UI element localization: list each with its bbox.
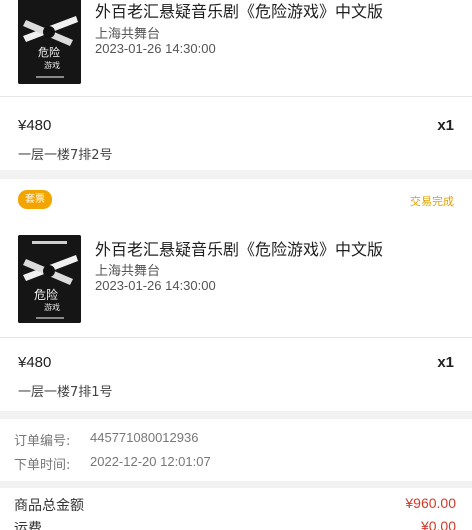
package-badge: 套票 [18, 190, 52, 209]
svg-text:游戏: 游戏 [44, 60, 60, 70]
svg-text:游戏: 游戏 [44, 302, 60, 312]
ticket-row-2: ¥480 x1 一层一楼7排1号 [0, 338, 472, 411]
venue-name: 上海共舞台 [95, 27, 161, 42]
show-datetime: 2023-01-26 14:30:00 [95, 278, 216, 293]
ticket-row-1: ¥480 x1 一层一楼7排2号 [0, 97, 472, 170]
svg-text:危险: 危险 [38, 45, 60, 59]
ticket-quantity: x1 [437, 117, 454, 134]
show-poster[interactable]: 危险 游戏 [18, 0, 81, 84]
order-status: 交易完成 [410, 195, 454, 208]
order-time: 2022-12-20 12:01:07 [90, 454, 211, 469]
show-datetime: 2023-01-26 14:30:00 [95, 41, 216, 56]
svg-text:危险: 危险 [34, 287, 58, 302]
show-title: 外百老汇悬疑音乐剧《危险游戏》中文版 [95, 2, 384, 21]
seat-info: 一层一楼7排1号 [18, 385, 113, 400]
order-number[interactable]: 445771080012936 [90, 430, 198, 445]
order-number-label: 订单编号: [14, 434, 71, 449]
shipping-label: 运费 [14, 521, 42, 530]
ticket-price: ¥480 [18, 117, 52, 134]
order-time-label: 下单时间: [14, 458, 71, 473]
total-label: 商品总金额 [14, 498, 84, 514]
show-title: 外百老汇悬疑音乐剧《危险游戏》中文版 [95, 240, 384, 259]
total-amount: ¥960.00 [405, 495, 456, 511]
seat-info: 一层一楼7排2号 [18, 148, 113, 163]
show-poster[interactable]: 危险 游戏 [18, 235, 81, 323]
order-item-2[interactable]: 套票 交易完成 危险 游戏 外百老汇悬疑音乐剧《危险游戏》中文版 上海共舞台 2… [0, 179, 472, 337]
venue-name: 上海共舞台 [95, 264, 161, 279]
order-meta: 订单编号: 445771080012936 下单时间: 2022-12-20 1… [0, 419, 472, 481]
ticket-quantity: x1 [437, 354, 454, 371]
shipping-amount: ¥0.00 [420, 518, 456, 530]
order-summary: 商品总金额 ¥960.00 运费 ¥0.00 [0, 488, 472, 530]
order-item-1[interactable]: 危险 游戏 外百老汇悬疑音乐剧《危险游戏》中文版 上海共舞台 2023-01-2… [0, 0, 472, 96]
ticket-price: ¥480 [18, 354, 52, 371]
